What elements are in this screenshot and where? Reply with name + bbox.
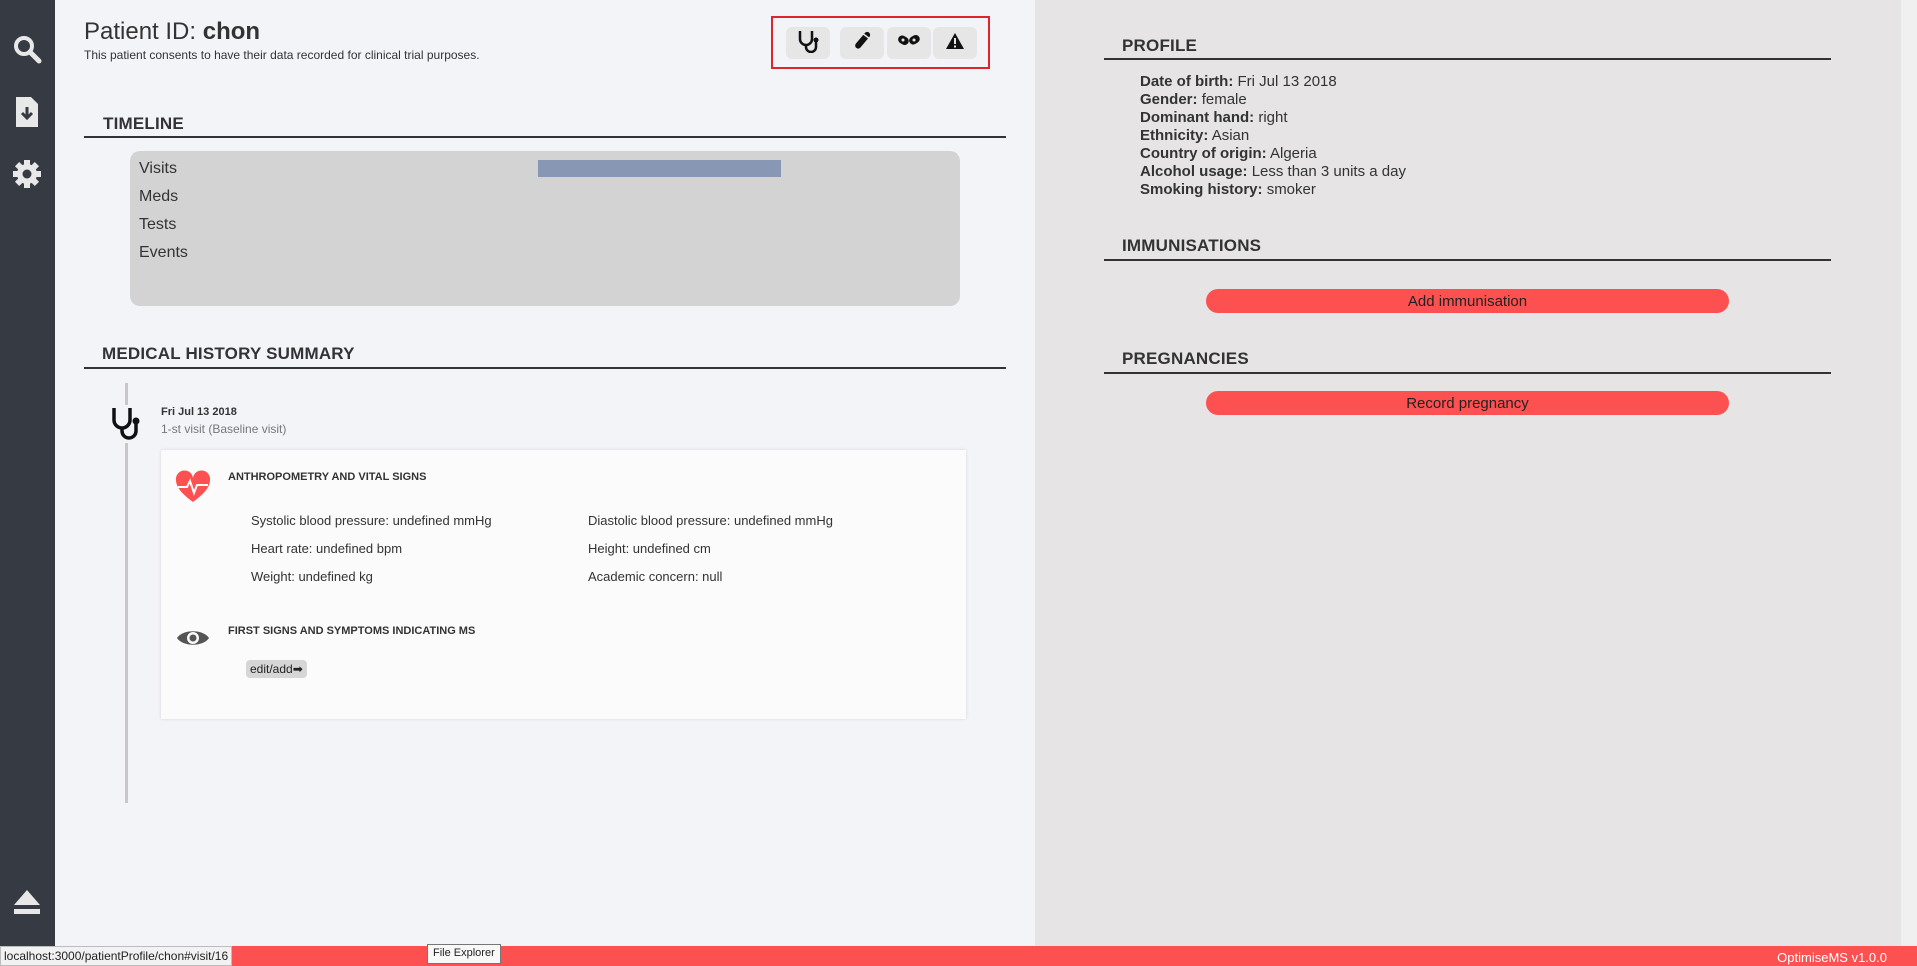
heart-rate-value: Heart rate: undefined bpm [251, 541, 403, 556]
profile-heading: PROFILE [1122, 36, 1198, 55]
consent-text: This patient consents to have their data… [84, 48, 480, 62]
visit-card: ANTHROPOMETRY AND VITAL SIGNS Systolic b… [161, 450, 966, 719]
visit-subtitle: 1-st visit (Baseline visit) [161, 422, 287, 436]
scrollbar[interactable] [1901, 0, 1917, 946]
visit-date: Fri Jul 13 2018 [161, 406, 237, 418]
field-label: Country of origin: [1140, 145, 1267, 162]
academic-concern-value: Academic concern: null [588, 569, 723, 584]
field-label: Smoking history: [1140, 181, 1263, 198]
tooltip: File Explorer [427, 944, 501, 964]
pills-icon [897, 32, 921, 55]
profile-country: Country of origin: Algeria [1140, 145, 1317, 162]
patient-profile-panel: PROFILE Date of birth: Fri Jul 13 2018 G… [1035, 0, 1901, 946]
profile-gender: Gender: female [1140, 91, 1247, 108]
profile-smoking: Smoking history: smoker [1140, 181, 1316, 198]
field-value: female [1201, 91, 1247, 108]
timeline-row-events: Events [139, 244, 188, 261]
field-label: Ethnicity: [1140, 127, 1209, 144]
stethoscope-icon [108, 405, 144, 443]
sidebar [0, 0, 55, 946]
field-value: right [1258, 109, 1288, 126]
section-title-first-symptoms: FIRST SIGNS AND SYMPTOMS INDICATING MS [228, 625, 476, 637]
field-label: Gender: [1140, 91, 1198, 108]
field-label: Alcohol usage: [1140, 163, 1248, 180]
download-icon[interactable] [10, 95, 44, 129]
pregnancies-divider [1104, 372, 1831, 374]
visit-timeline-bar[interactable] [538, 160, 781, 177]
timeline-divider [84, 136, 1006, 138]
add-immunisation-button[interactable]: Add immunisation [1206, 289, 1729, 313]
new-test-button[interactable] [840, 27, 884, 59]
field-value: smoker [1266, 181, 1316, 198]
field-value: Fri Jul 13 2018 [1237, 73, 1337, 90]
title-prefix: Patient ID: [84, 18, 203, 45]
new-visit-button[interactable] [786, 27, 830, 59]
timeline-row-meds: Meds [139, 188, 179, 205]
patient-id: chon [202, 18, 261, 45]
new-medication-button[interactable] [887, 27, 931, 59]
status-url: localhost:3000/patientProfile/chon#visit… [0, 946, 233, 966]
heartbeat-icon [175, 470, 211, 509]
profile-ethnicity: Ethnicity: Asian [1140, 127, 1249, 144]
profile-date-of-birth: Date of birth: Fri Jul 13 2018 [1140, 73, 1337, 90]
new-event-button[interactable] [933, 27, 977, 59]
history-timeline-line [125, 383, 128, 803]
height-value: Height: undefined cm [588, 541, 711, 556]
profile-alcohol: Alcohol usage: Less than 3 units a day [1140, 163, 1406, 180]
field-value: Algeria [1270, 145, 1317, 162]
warning-icon [945, 32, 965, 55]
medical-history-heading: MEDICAL HISTORY SUMMARY [102, 344, 355, 363]
gear-icon[interactable] [10, 157, 44, 191]
footer-bar [0, 946, 1917, 966]
record-pregnancy-button[interactable]: Record pregnancy [1206, 391, 1729, 415]
field-value: Asian [1211, 127, 1250, 144]
systolic-bp-value: Systolic blood pressure: undefined mmHg [251, 513, 492, 528]
stethoscope-icon [797, 29, 819, 58]
profile-divider [1104, 58, 1831, 60]
eye-icon [176, 627, 210, 654]
test-tube-icon [851, 30, 873, 57]
immunisations-divider [1104, 259, 1831, 261]
medical-history-divider [84, 367, 1006, 369]
edit-add-button[interactable]: edit/add➡ [246, 660, 307, 678]
diastolic-bp-value: Diastolic blood pressure: undefined mmHg [588, 513, 833, 528]
timeline-row-tests: Tests [139, 216, 177, 233]
search-icon[interactable] [10, 32, 44, 66]
page-title: Patient ID: chon [84, 18, 260, 46]
weight-value: Weight: undefined kg [251, 569, 373, 584]
toolbar-highlight [771, 16, 990, 69]
section-title-anthropometry: ANTHROPOMETRY AND VITAL SIGNS [228, 471, 427, 483]
timeline-chart: Visits Meds Tests Events [130, 151, 960, 306]
field-label: Dominant hand: [1140, 109, 1255, 126]
field-value: Less than 3 units a day [1251, 163, 1406, 180]
pregnancies-heading: PREGNANCIES [1122, 349, 1249, 368]
timeline-heading: TIMELINE [103, 114, 184, 133]
app-version: OptimiseMS v1.0.0 [1777, 950, 1887, 965]
profile-dominant-hand: Dominant hand: right [1140, 109, 1288, 126]
patient-main-panel: Patient ID: chon This patient consents t… [55, 0, 1035, 946]
immunisations-heading: IMMUNISATIONS [1122, 236, 1262, 255]
timeline-row-visits: Visits [139, 160, 177, 177]
eject-icon[interactable] [10, 885, 44, 919]
field-label: Date of birth: [1140, 73, 1234, 90]
